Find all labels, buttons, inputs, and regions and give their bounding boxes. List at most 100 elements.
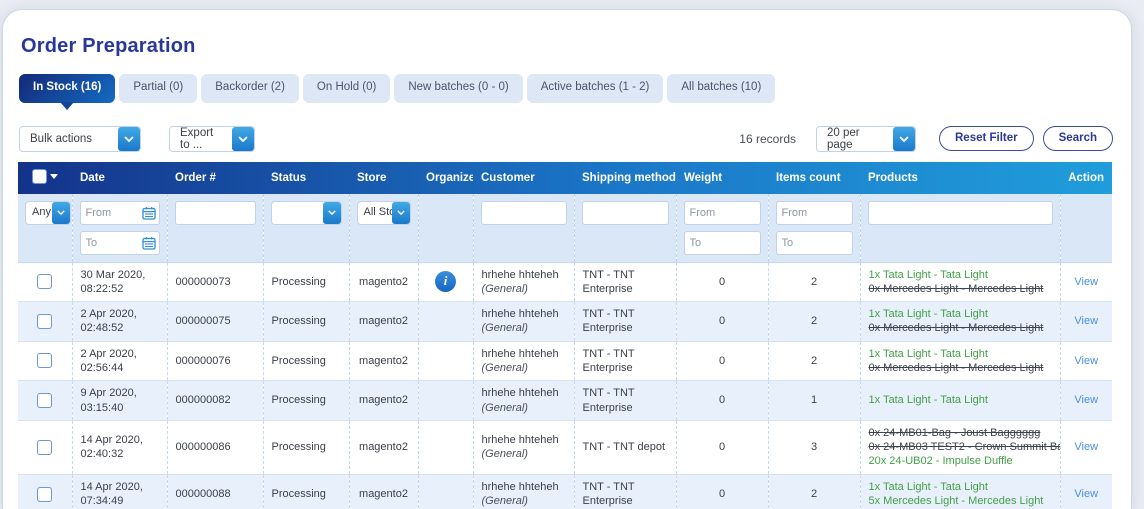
organizer-info-icon[interactable]: i — [435, 271, 456, 292]
weight-from-input[interactable] — [684, 201, 761, 225]
view-link[interactable]: View — [1074, 394, 1098, 406]
items-count-cell: 2 — [768, 302, 860, 342]
weight-cell: 0 — [676, 420, 768, 474]
status-cell: Processing — [263, 262, 349, 302]
tab-partial-0[interactable]: Partial (0) — [119, 74, 197, 103]
product-line: 1x Tata Light - Tata Light — [869, 480, 1052, 494]
filter-order-cell — [167, 194, 263, 263]
table-row: 2 Apr 2020, 02:48:52000000075Processingm… — [18, 302, 1112, 342]
order-number-cell: 000000073 — [167, 262, 263, 302]
column-header-date[interactable]: Date — [72, 162, 167, 194]
customer-cell: hrhehe hhteheh(General) — [473, 420, 574, 474]
table-row: 2 Apr 2020, 02:56:44000000076Processingm… — [18, 341, 1112, 381]
items-count-cell: 2 — [768, 262, 860, 302]
export-to-select[interactable]: Export to ... — [169, 126, 255, 152]
column-header-store[interactable]: Store — [349, 162, 418, 194]
action-cell: View — [1060, 381, 1112, 421]
select-all-checkbox[interactable] — [32, 169, 47, 184]
product-line: 0x Mercedes Light - Mercedes Light — [869, 361, 1052, 375]
filter-shipping-cell — [574, 194, 676, 263]
reset-filter-button[interactable]: Reset Filter — [939, 126, 1034, 152]
action-cell: View — [1060, 474, 1112, 509]
tab-in-stock-16[interactable]: In Stock (16) — [19, 74, 115, 103]
row-checkbox[interactable] — [37, 440, 52, 455]
tab-active-batches-1-2[interactable]: Active batches (1 - 2) — [527, 74, 664, 103]
view-link[interactable]: View — [1074, 315, 1098, 327]
column-header-customer[interactable]: Customer — [473, 162, 574, 194]
tab-new-batches-0-0[interactable]: New batches (0 - 0) — [394, 74, 522, 103]
customer-cell: hrhehe hhteheh(General) — [473, 262, 574, 302]
column-header-status[interactable]: Status — [263, 162, 349, 194]
filter-status-cell — [263, 194, 349, 263]
organizer-cell — [418, 474, 473, 509]
view-link[interactable]: View — [1074, 355, 1098, 367]
customer-name: hrhehe hhteheh — [482, 386, 566, 400]
date-cell: 30 Mar 2020, 08:22:52 — [72, 262, 167, 302]
select-options-caret-icon[interactable] — [50, 174, 58, 183]
per-page-select[interactable]: 20 per page — [816, 126, 916, 152]
column-header-weight[interactable]: Weight — [676, 162, 768, 194]
row-select-cell — [18, 381, 72, 421]
weight-to-input[interactable] — [684, 231, 761, 255]
shipping-method-input[interactable] — [582, 201, 669, 225]
shipping-method-cell: TNT - TNT depot — [574, 420, 676, 474]
tab-backorder-2[interactable]: Backorder (2) — [201, 74, 299, 103]
column-header-products[interactable]: Products — [860, 162, 1060, 194]
table-row: 9 Apr 2020, 03:15:40000000082Processingm… — [18, 381, 1112, 421]
status-cell: Processing — [263, 341, 349, 381]
customer-input[interactable] — [481, 201, 567, 225]
column-header-action: Action — [1060, 162, 1112, 194]
table-row: 30 Mar 2020, 08:22:52000000073Processing… — [18, 262, 1112, 302]
items-to-input[interactable] — [776, 231, 853, 255]
date-cell: 2 Apr 2020, 02:48:52 — [72, 302, 167, 342]
shipping-method-cell: TNT - TNT Enterprise — [574, 341, 676, 381]
order-number-cell: 000000088 — [167, 474, 263, 509]
order-number-input[interactable] — [175, 201, 256, 225]
row-select-cell — [18, 341, 72, 381]
customer-store-view: (General) — [482, 447, 566, 461]
bulk-actions-label: Bulk actions — [20, 127, 118, 151]
organizer-cell — [418, 381, 473, 421]
row-checkbox[interactable] — [37, 487, 52, 502]
row-checkbox[interactable] — [37, 393, 52, 408]
view-link[interactable]: View — [1074, 488, 1098, 500]
selection-mode-select[interactable]: Any — [25, 201, 71, 225]
column-header-order[interactable]: Order # — [167, 162, 263, 194]
date-cell: 2 Apr 2020, 02:56:44 — [72, 341, 167, 381]
shipping-method-cell: TNT - TNT Enterprise — [574, 302, 676, 342]
date-cell: 9 Apr 2020, 03:15:40 — [72, 381, 167, 421]
filter-products-cell — [860, 194, 1060, 263]
row-checkbox[interactable] — [37, 314, 52, 329]
calendar-icon[interactable] — [142, 206, 156, 220]
product-line: 0x Mercedes Light - Mercedes Light — [869, 282, 1052, 296]
items-from-input[interactable] — [776, 201, 853, 225]
products-input[interactable] — [868, 201, 1053, 225]
store-view-select[interactable]: All Store View — [357, 201, 411, 225]
table-row: 14 Apr 2020, 02:40:32000000086Processing… — [18, 420, 1112, 474]
tab-on-hold-0[interactable]: On Hold (0) — [303, 74, 390, 103]
items-count-cell: 1 — [768, 381, 860, 421]
column-header-shipping-method[interactable]: Shipping method — [574, 162, 676, 194]
items-count-cell: 3 — [768, 420, 860, 474]
customer-cell: hrhehe hhteheh(General) — [473, 341, 574, 381]
view-link[interactable]: View — [1074, 276, 1098, 288]
row-select-cell — [18, 474, 72, 509]
bulk-actions-select[interactable]: Bulk actions — [19, 126, 141, 152]
shipping-method-cell: TNT - TNT Enterprise — [574, 262, 676, 302]
filter-action-cell — [1060, 194, 1112, 263]
items-count-cell: 2 — [768, 341, 860, 381]
status-select[interactable] — [271, 201, 342, 225]
store-view-label: All Store View — [358, 202, 392, 224]
calendar-icon[interactable] — [142, 236, 156, 250]
search-button[interactable]: Search — [1043, 126, 1113, 152]
row-checkbox[interactable] — [37, 274, 52, 289]
row-checkbox[interactable] — [37, 353, 52, 368]
store-cell: magento2 — [349, 302, 418, 342]
items-count-cell: 2 — [768, 474, 860, 509]
column-header-items-count[interactable]: Items count — [768, 162, 860, 194]
date-cell: 14 Apr 2020, 07:34:49 — [72, 474, 167, 509]
tab-all-batches-10[interactable]: All batches (10) — [667, 74, 775, 103]
filter-items-cell — [768, 194, 860, 263]
products-cell: 1x Tata Light - Tata Light0x Mercedes Li… — [860, 262, 1060, 302]
column-header-organizer[interactable]: Organizer — [418, 162, 473, 194]
